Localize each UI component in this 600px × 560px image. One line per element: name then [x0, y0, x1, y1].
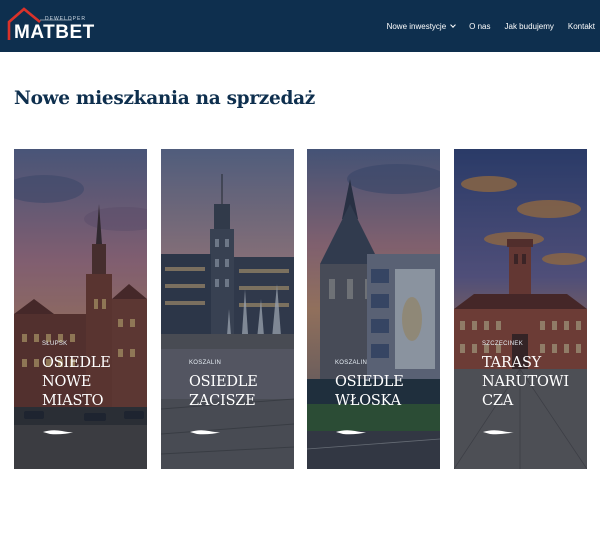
card-title: OSIEDLE WŁOSKA [335, 374, 404, 409]
site-header: DEWELOPER MATBET Nowe inwestycje O nas J… [0, 0, 600, 52]
chevron-down-icon [450, 22, 456, 28]
investment-card-nowe-miasto[interactable]: SŁUPSK OSIEDLE NOWE MIASTO [14, 149, 147, 469]
investment-card-tarasy-narutowicza[interactable]: SZCZECINEK TARASY NARUTOWI CZA [454, 149, 587, 469]
card-city: SŁUPSK [42, 341, 68, 347]
investment-card-zacisze[interactable]: KOSZALIN OSIEDLE ZACISZE [161, 149, 294, 469]
nav-item-jak-budujemy[interactable]: Jak budujemy [505, 22, 554, 31]
card-title: OSIEDLE NOWE MIASTO [42, 355, 111, 409]
card-title: OSIEDLE ZACISZE [189, 374, 258, 409]
nav-item-label: Kontakt [567, 21, 595, 31]
nav-item-o-nas[interactable]: O nas [469, 22, 490, 31]
investment-card-wloska[interactable]: KOSZALIN OSIEDLE WŁOSKA [307, 149, 440, 469]
page-title: Nowe mieszkania na sprzedaż [14, 88, 315, 109]
card-city: KOSZALIN [335, 360, 368, 366]
nav-item-kontakt[interactable]: Kontakt [568, 22, 595, 31]
card-city: SZCZECINEK [482, 341, 524, 347]
nav-item-label: Nowe inwestycje [386, 21, 447, 31]
brush-stroke-icon [190, 430, 222, 435]
logo-wordmark: MATBET [14, 22, 95, 43]
nav-item-label: Jak budujemy [504, 21, 554, 31]
brush-stroke-icon [43, 430, 75, 435]
nav-item-label: O nas [469, 21, 491, 31]
matbet-logo[interactable]: DEWELOPER MATBET [6, 6, 94, 46]
main-navigation: Nowe inwestycje O nas Jak budujemy Konta… [387, 0, 595, 52]
nav-item-nowe-inwestycje[interactable]: Nowe inwestycje [387, 22, 456, 31]
brush-stroke-icon [336, 430, 368, 435]
brush-stroke-icon [483, 430, 515, 435]
card-title: TARASY NARUTOWI CZA [482, 355, 569, 409]
card-city: KOSZALIN [189, 360, 222, 366]
